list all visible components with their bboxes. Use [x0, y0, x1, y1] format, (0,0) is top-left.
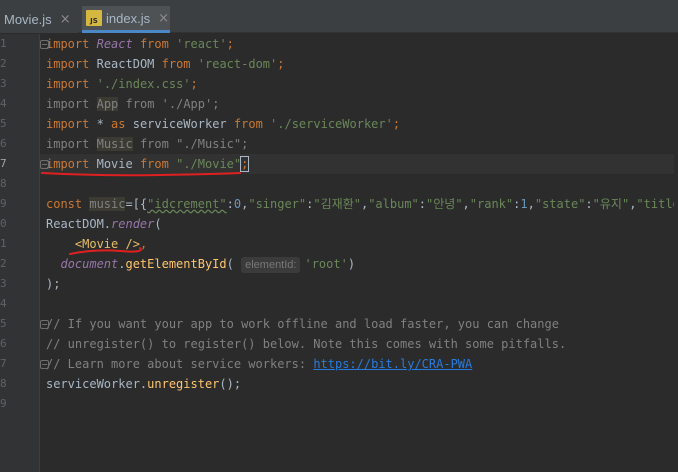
fold-icon[interactable]: − — [40, 360, 49, 369]
line-number: 6 — [0, 137, 7, 150]
line-number: 9 — [0, 197, 7, 210]
comment: // Learn more about service workers: — [46, 357, 314, 371]
line-number: 2 — [0, 57, 7, 70]
line-number: 1 — [0, 237, 7, 250]
line-number: 7 — [0, 357, 7, 370]
close-icon[interactable]: × — [60, 12, 71, 27]
line-number: 0 — [0, 217, 7, 230]
string: "state" — [534, 197, 586, 211]
punctuation: ; — [392, 117, 401, 131]
line-number: 9 — [0, 397, 7, 410]
js-file-icon: JS — [86, 10, 102, 26]
punctuation: ) — [347, 257, 356, 271]
scrollbar[interactable] — [674, 34, 678, 472]
tab-index-js[interactable]: JS index.js × — [82, 6, 170, 33]
line-number: 6 — [0, 337, 7, 350]
identifier: serviceWorker — [46, 377, 140, 391]
string: "rank" — [469, 197, 514, 211]
punctuation: (); — [219, 377, 242, 391]
code-line[interactable]: ); — [46, 274, 60, 294]
line-number: 4 — [0, 297, 7, 310]
line-number: 3 — [0, 77, 7, 90]
red-underline-annotation — [41, 172, 241, 255]
code-line[interactable]: serviceWorker.unregister(); — [46, 374, 241, 394]
line-number: 8 — [0, 377, 7, 390]
comment: // If you want your app to work offline … — [46, 317, 559, 331]
tab-movie-js[interactable]: Movie.js × — [0, 6, 78, 33]
line-number-gutter[interactable]: 1 2 3 4 5 6 7 8 9 0 1 2 3 4 5 6 7 8 9 — [0, 34, 40, 472]
string: "유지" — [592, 197, 630, 211]
comment-link[interactable]: https://bit.ly/CRA-PWA — [313, 357, 472, 371]
line-number: 2 — [0, 257, 7, 270]
code-editor[interactable]: import React from 'react'; import ReactD… — [40, 34, 678, 472]
editor-tab-bar: Movie.js × JS index.js × — [0, 0, 678, 33]
code-line[interactable]: // If you want your app to work offline … — [46, 314, 559, 334]
line-number: 5 — [0, 317, 7, 330]
number: 1 — [520, 197, 528, 211]
code-line[interactable]: // unregister() to register() below. Not… — [46, 334, 566, 354]
code-line[interactable]: // Learn more about service workers: htt… — [46, 354, 472, 374]
punctuation: ); — [46, 277, 61, 291]
line-number: 3 — [0, 277, 7, 290]
line-number: 7 — [0, 157, 7, 170]
method: unregister — [147, 377, 220, 391]
string: "title" — [636, 197, 678, 211]
fold-icon[interactable]: − — [40, 320, 49, 329]
tab-label: Movie.js — [4, 12, 52, 27]
line-number: 5 — [0, 117, 7, 130]
line-number: 4 — [0, 97, 7, 110]
string: "album" — [368, 197, 419, 211]
line-number: 8 — [0, 177, 7, 190]
close-icon[interactable]: × — [158, 11, 169, 26]
string: "안녕" — [426, 197, 463, 211]
tab-label: index.js — [106, 10, 151, 26]
line-number: 1 — [0, 37, 7, 50]
comment: // unregister() to register() below. Not… — [46, 337, 567, 351]
